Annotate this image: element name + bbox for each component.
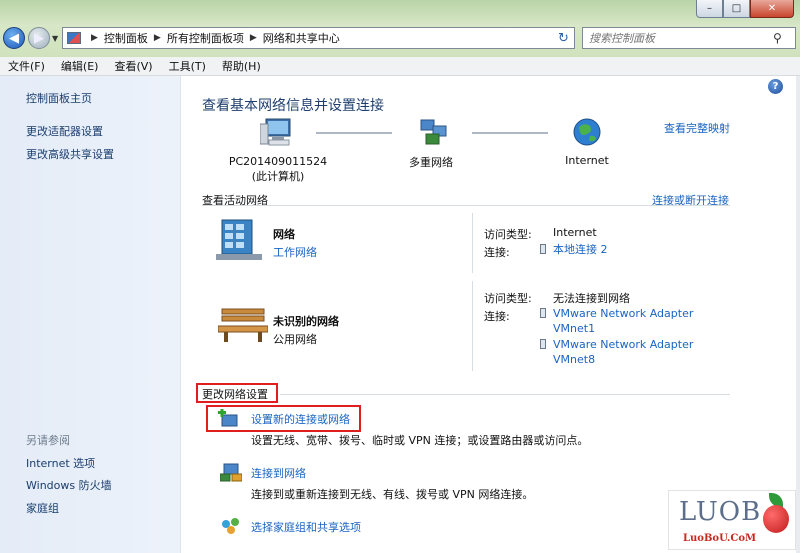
ethernet-plug-icon (540, 308, 546, 318)
menu-tools[interactable]: 工具(T) (161, 58, 214, 74)
homegroup-sharing-link[interactable]: 选择家庭组和共享选项 (251, 519, 361, 535)
watermark-site: LuoBoU.CoM (683, 533, 757, 544)
forward-button[interactable]: ▶ (28, 27, 50, 49)
help-icon[interactable]: ? (768, 79, 783, 94)
setup-new-connection-description: 设置无线、宽带、拨号、临时或 VPN 连接；或设置路由器或访问点。 (251, 434, 589, 447)
breadcrumb-separator: ▶ (91, 33, 98, 43)
breadcrumb-separator: ▶ (249, 33, 257, 43)
view-full-map-link[interactable]: 查看完整映射 (664, 120, 730, 136)
work-network-type-link[interactable]: 工作网络 (273, 244, 317, 260)
breadcrumb: ▶ 控制面板 ▶ 所有控制面板项 ▶ 网络和共享中心 (85, 30, 340, 46)
connect-to-network-icon (220, 463, 242, 482)
sidebar-item-adapter-settings[interactable]: 更改适配器设置 (26, 123, 103, 139)
change-network-settings-heading: 更改网络设置 (202, 388, 268, 401)
arrow-left-icon: ◀ (9, 30, 19, 46)
window-chrome: – □ ✕ ◀ ▶ ▼ ▶ 控制面板 ▶ 所有控制面板项 ▶ 网络和共享中心 ▼… (0, 0, 800, 57)
sidebar-item-advanced-sharing[interactable]: 更改高级共享设置 (26, 146, 114, 162)
connection-label: 连接: (484, 310, 510, 323)
adapter-id: VMnet8 (553, 353, 596, 366)
refresh-button[interactable]: ↻ (553, 27, 575, 49)
recent-pages-dropdown[interactable]: ▼ (52, 34, 58, 43)
menu-file[interactable]: 文件(F) (0, 58, 53, 74)
watermark-logo-text: LUOB (679, 497, 762, 527)
see-also-heading: 另请参阅 (26, 434, 70, 447)
internet-node: Internet (565, 154, 609, 167)
adapter-name: VMware Network Adapter (553, 307, 694, 320)
computer-caption: (此计算机) (251, 170, 305, 183)
connect-to-network-description: 连接到或重新连接到无线、有线、拨号或 VPN 网络连接。 (251, 488, 534, 501)
breadcrumb-all-items[interactable]: 所有控制面板项 (167, 30, 244, 46)
menu-view[interactable]: 查看(V) (106, 58, 160, 74)
sidebar-item-internet-options[interactable]: Internet 选项 (26, 455, 95, 471)
menu-edit[interactable]: 编辑(E) (53, 58, 107, 74)
close-button[interactable]: ✕ (750, 0, 794, 18)
access-type-value: Internet (553, 226, 597, 239)
divider-vertical (472, 281, 473, 371)
computer-node: PC201409011524 (此计算机) (228, 154, 328, 184)
refresh-icon: ↻ (558, 30, 569, 46)
computer-name: PC201409011524 (228, 155, 328, 168)
multiple-networks-node: 多重网络 (409, 156, 453, 169)
divider (280, 394, 730, 395)
map-connector-2 (472, 132, 548, 134)
sidebar-item-firewall[interactable]: Windows 防火墙 (26, 477, 112, 493)
work-network-icon (216, 219, 262, 260)
control-panel-icon (67, 32, 81, 44)
new-connection-icon (218, 409, 238, 427)
access-type-label: 访问类型: (484, 228, 532, 241)
search-box[interactable]: ⚲ (582, 27, 796, 49)
minimize-button[interactable]: – (696, 0, 723, 18)
network-name: 网络 (273, 228, 295, 241)
search-icon[interactable]: ⚲ (773, 31, 789, 45)
left-nav-pane: 控制面板主页 更改适配器设置 更改高级共享设置 另请参阅 Internet 选项… (0, 76, 181, 553)
park-bench-icon (218, 308, 268, 342)
computer-icon (260, 118, 291, 146)
public-network-type: 公用网络 (273, 333, 317, 346)
menu-help[interactable]: 帮助(H) (214, 58, 269, 74)
scrollbar[interactable] (796, 76, 800, 553)
search-input[interactable] (583, 31, 773, 45)
access-type-label: 访问类型: (484, 292, 532, 305)
ethernet-plug-icon (540, 339, 546, 349)
breadcrumb-separator: ▶ (153, 33, 161, 43)
local-connection-2-link[interactable]: 本地连接 2 (553, 242, 608, 257)
unidentified-network-name: 未识别的网络 (273, 315, 339, 328)
divider-vertical (472, 213, 473, 273)
main-content: ? 查看基本网络信息并设置连接 查看完整映射 PC201409011524 (此… (182, 76, 800, 553)
sidebar-item-homegroup[interactable]: 家庭组 (26, 500, 59, 516)
window-buttons: – □ ✕ (696, 0, 794, 18)
connect-to-network-link[interactable]: 连接到网络 (251, 465, 306, 481)
adapter-id: VMnet1 (553, 322, 596, 335)
arrow-right-icon: ▶ (34, 30, 44, 46)
sidebar-item-home[interactable]: 控制面板主页 (26, 90, 92, 106)
back-button[interactable]: ◀ (3, 27, 25, 49)
maximize-button[interactable]: □ (723, 0, 750, 18)
breadcrumb-control-panel[interactable]: 控制面板 (104, 30, 148, 46)
setup-new-connection-link[interactable]: 设置新的连接或网络 (251, 411, 350, 427)
connection-label: 连接: (484, 246, 510, 259)
access-type-value: 无法连接到网络 (553, 292, 630, 305)
site-watermark: LUOB LuoBoU.CoM (668, 490, 796, 550)
internet-globe-icon (573, 118, 601, 146)
vmnet8-adapter-link[interactable]: VMware Network Adapter VMnet8 (553, 337, 693, 367)
vmnet1-adapter-link[interactable]: VMware Network Adapter VMnet1 (553, 306, 693, 336)
multiple-networks-icon (420, 119, 447, 145)
divider (202, 205, 730, 206)
radish-icon (763, 505, 789, 533)
menu-bar: 文件(F) 编辑(E) 查看(V) 工具(T) 帮助(H) (0, 57, 800, 76)
map-connector-1 (316, 132, 392, 134)
adapter-name: VMware Network Adapter (553, 338, 694, 351)
page-title: 查看基本网络信息并设置连接 (202, 98, 384, 114)
homegroup-icon (222, 518, 239, 534)
ethernet-plug-icon (540, 244, 546, 254)
address-bar[interactable]: ▶ 控制面板 ▶ 所有控制面板项 ▶ 网络和共享中心 ▼ (62, 27, 574, 49)
breadcrumb-network-center[interactable]: 网络和共享中心 (263, 30, 340, 46)
